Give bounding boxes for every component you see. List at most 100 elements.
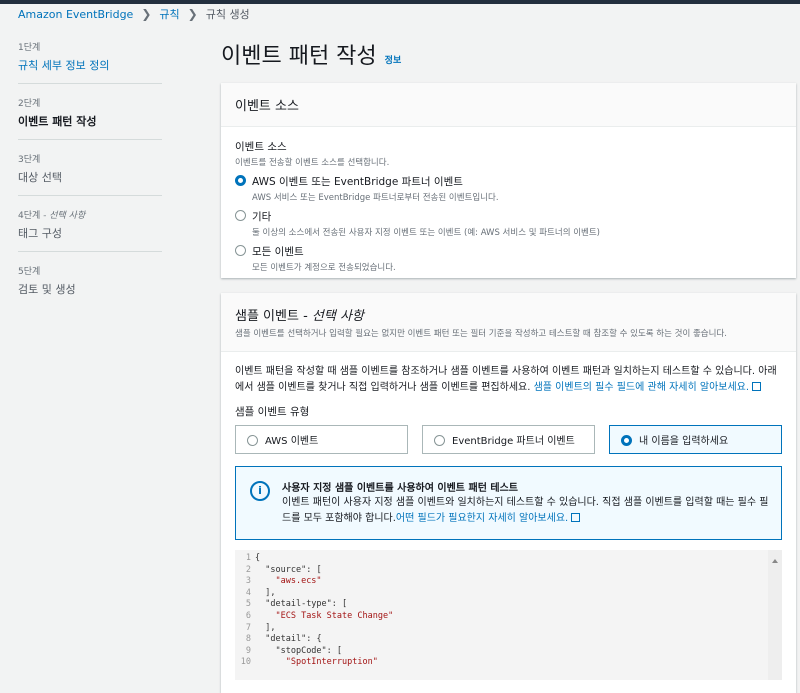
code-text: ], <box>255 588 275 600</box>
info-link[interactable]: 정보 <box>385 53 402 66</box>
tile-custom-event[interactable]: 내 이름을 입력하세요 <box>609 425 782 454</box>
line-number: 8 <box>245 634 251 645</box>
code-punct: ], <box>255 622 276 633</box>
code-line: 2 "source": [ <box>235 565 782 577</box>
code-string: "ECS Task State Change" <box>275 610 394 621</box>
radio-all-events[interactable]: 모든 이벤트모든 이벤트가 계정으로 전송되었습니다. <box>235 244 782 273</box>
step-optional: - 선택 사항 <box>40 211 86 221</box>
panel-title-optional: 선택 사항 <box>311 309 364 324</box>
radio-other[interactable]: 기타둘 이상의 소스에서 전송된 사용자 지정 이벤트 또는 이벤트 (예: A… <box>235 209 782 238</box>
step-label: 대상 선택 <box>18 171 62 184</box>
field-label: 이벤트 소스 <box>235 141 287 153</box>
line-number: 2 <box>245 564 251 575</box>
step-number-text: 4단계 <box>18 211 41 221</box>
code-line: 9 "stopCode": [ <box>235 646 782 658</box>
radio-selected-icon[interactable] <box>235 175 246 186</box>
sample-type-options: AWS 이벤트 EventBridge 파트너 이벤트 내 이름을 입력하세요 <box>235 425 782 454</box>
step-number: 5단계 <box>18 267 41 277</box>
line-number: 10 <box>240 657 251 668</box>
radio-icon[interactable] <box>247 434 258 446</box>
code-punct: : [ <box>331 599 348 610</box>
breadcrumb-current: 규칙 생성 <box>205 8 250 21</box>
panel-description: 샘플 이벤트를 선택하거나 입력할 필요는 없지만 이벤트 패턴 또는 필터 기… <box>235 329 727 339</box>
step-1: 1단계규칙 세부 정보 정의 <box>18 40 162 84</box>
code-punct: { <box>255 553 261 563</box>
code-text: "aws.ecs" <box>255 576 322 588</box>
code-line: 10 "SpotInterruption" <box>235 657 782 669</box>
step-number: 2단계 <box>18 99 41 109</box>
tile-partner-events[interactable]: EventBridge 파트너 이벤트 <box>422 425 595 454</box>
external-link-icon <box>752 382 762 391</box>
code-text: ], <box>255 623 275 635</box>
tile-aws-events[interactable]: AWS 이벤트 <box>235 425 408 454</box>
step-number: 1단계 <box>18 43 41 53</box>
panel-title-text: 샘플 이벤트 - <box>235 309 312 324</box>
radio-label: 모든 이벤트 <box>252 246 304 258</box>
radio-description: 둘 이상의 소스에서 전송된 사용자 지정 이벤트 또는 이벤트 (예: AWS… <box>252 228 600 238</box>
tile-label: 내 이름을 입력하세요 <box>639 436 729 447</box>
sample-intro: 이벤트 패턴을 작성할 때 샘플 이벤트를 참조하거나 샘플 이벤트를 사용하여… <box>235 364 782 396</box>
code-key: "detail-type" <box>265 599 332 610</box>
code-punct: : [ <box>326 645 343 656</box>
line-number: 7 <box>245 622 251 633</box>
line-number: 9 <box>245 645 251 656</box>
code-punct <box>255 599 265 609</box>
top-nav-bar <box>0 0 800 4</box>
code-text: "detail-type": [ <box>255 599 347 611</box>
info-alert: i 사용자 지정 샘플 이벤트를 사용하여 이벤트 패턴 테스트 이벤트 패턴이… <box>235 466 782 540</box>
required-fields-link[interactable]: 어떤 필드가 필요한지 자세히 알아보세요. <box>396 513 568 524</box>
code-line: 5 "detail-type": [ <box>235 599 782 611</box>
sample-type-label: 샘플 이벤트 유형 <box>235 406 310 418</box>
breadcrumb-rules[interactable]: 규칙 <box>159 6 179 22</box>
line-number: 4 <box>245 587 251 598</box>
step-link-define-rule[interactable]: 규칙 세부 정보 정의 <box>18 57 162 73</box>
page-title-row: 이벤트 패턴 작성 정보 <box>221 38 401 70</box>
tile-label: AWS 이벤트 <box>265 436 319 447</box>
code-text: "detail": { <box>255 634 322 646</box>
sample-event-code-editor[interactable]: 1{2 "source": [3 "aws.ecs" 4 ], 5 "detail-… <box>235 550 782 680</box>
step-label: 태그 구성 <box>18 227 62 240</box>
radio-label: 기타 <box>252 211 272 223</box>
panel-title: 샘플 이벤트 - 선택 사항 <box>235 305 782 324</box>
step-3: 3단계대상 선택 <box>18 152 162 196</box>
editor-scrollbar[interactable] <box>768 550 782 680</box>
code-text: "ECS Task State Change" <box>255 611 393 623</box>
panel-title: 이벤트 소스 <box>235 99 299 114</box>
code-punct <box>255 611 275 621</box>
learn-required-fields-link[interactable]: 샘플 이벤트의 필수 필드에 관해 자세히 알아보세요. <box>534 382 749 393</box>
code-punct <box>255 634 265 644</box>
step-number: 3단계 <box>18 155 41 165</box>
code-string: "aws.ecs" <box>275 576 322 587</box>
step-current-label: 이벤트 패턴 작성 <box>18 115 97 128</box>
code-line: 1{ <box>235 553 782 565</box>
radio-icon[interactable] <box>235 245 246 256</box>
code-text: "stopCode": [ <box>255 646 342 658</box>
radio-icon[interactable] <box>235 210 246 221</box>
radio-label: AWS 이벤트 또는 EventBridge 파트너 이벤트 <box>252 176 463 188</box>
code-text: "SpotInterruption" <box>255 657 378 669</box>
code-line: 3 "aws.ecs" <box>235 576 782 588</box>
breadcrumb: Amazon EventBridge ❯ 규칙 ❯ 규칙 생성 <box>18 6 250 22</box>
line-number: 6 <box>245 610 251 621</box>
breadcrumb-eventbridge[interactable]: Amazon EventBridge <box>18 8 133 21</box>
code-line: 8 "detail": { <box>235 634 782 646</box>
chevron-right-icon: ❯ <box>141 7 152 21</box>
radio-selected-icon[interactable] <box>621 434 632 446</box>
code-punct: : { <box>306 634 322 645</box>
code-line: 6 "ECS Task State Change" <box>235 611 782 623</box>
radio-description: AWS 서비스 또는 EventBridge 파트너로부터 전송된 이벤트입니다… <box>252 193 499 203</box>
step-2: 2단계이벤트 패턴 작성 <box>18 96 162 140</box>
code-punct <box>255 576 275 586</box>
field-description: 이벤트를 전송할 이벤트 소스를 선택합니다. <box>235 158 390 168</box>
tile-label: EventBridge 파트너 이벤트 <box>452 436 575 447</box>
code-punct <box>255 646 275 656</box>
step-5: 5단계 검토 및 생성 <box>18 264 162 307</box>
radio-description: 모든 이벤트가 계정으로 전송되었습니다. <box>252 263 396 273</box>
sample-event-panel: 샘플 이벤트 - 선택 사항 샘플 이벤트를 선택하거나 입력할 필요는 없지만… <box>221 293 796 693</box>
page-title: 이벤트 패턴 작성 <box>221 44 377 69</box>
line-number: 3 <box>245 576 251 587</box>
alert-title: 사용자 지정 샘플 이벤트를 사용하여 이벤트 패턴 테스트 <box>282 483 518 494</box>
radio-aws-events[interactable]: AWS 이벤트 또는 EventBridge 파트너 이벤트 AWS 서비스 또는… <box>235 174 782 203</box>
radio-icon[interactable] <box>434 434 445 446</box>
line-number: 1 <box>245 553 251 563</box>
